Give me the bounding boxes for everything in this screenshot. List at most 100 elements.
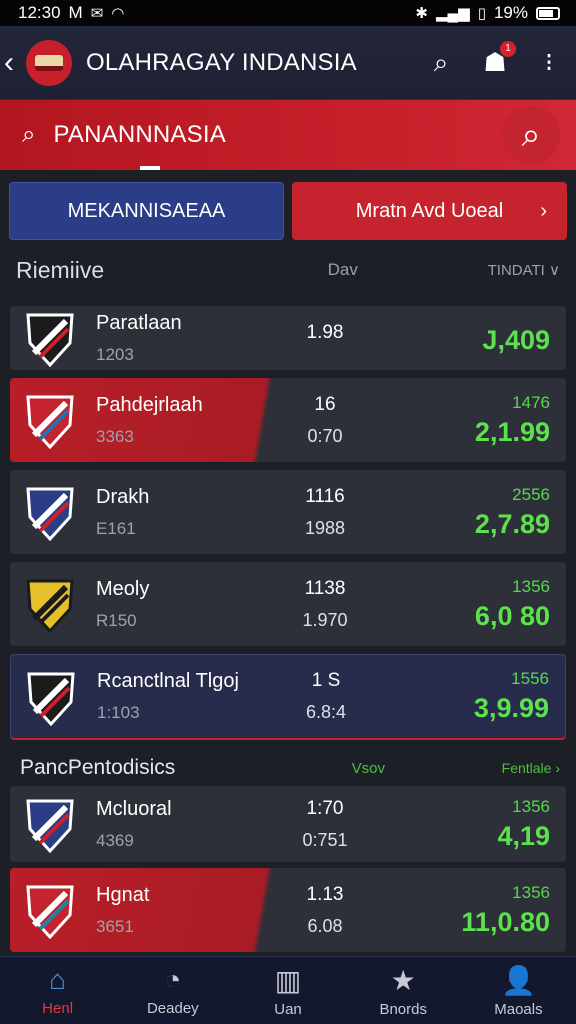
team-stats: 16 0:70 [280,394,370,447]
team-crest-icon [24,881,76,940]
nav-label: Henl [42,1000,74,1017]
team-crest-icon [24,391,76,450]
notification-button[interactable]: ☗ 1 [480,41,516,78]
search-field-icon: ⌕ [22,121,36,148]
team-info: Pahdejrlaah 3363 [96,394,280,447]
team-crest-icon [24,483,76,542]
team-score: J,409 [370,321,566,356]
team-stats: 1.13 6.08 [280,884,370,937]
team-info: Drakh E161 [96,486,280,539]
team-code: 1:103 [97,703,140,722]
team-crest-icon [24,309,76,368]
team-stats: 1138 1.970 [280,578,370,631]
team-code: 1203 [96,344,134,364]
stat-primary: 1.98 [306,322,344,343]
team-score: 1356 11,0.80 [370,883,566,938]
team-stats: 1116 1988 [280,486,370,539]
chevron-right-icon: › [540,199,547,222]
header-actions: ⌕ ☗ 1 ⁝ [426,41,564,79]
team-score: 1356 6,0 80 [370,577,566,632]
star-icon: ★ [390,964,416,996]
team-name: Rcanctlnal Tlgoj [97,670,239,692]
team-crest-icon [25,668,77,726]
bottom-nav: ⌂ Henl ◔ Deadey ▥ Uan ★ Bnords 👤 Maoals [0,956,576,1024]
battery-icon [536,6,560,20]
team-row[interactable]: Rcanctlnal Tlgoj 1:103 1 S 6.8:4 1556 3,9.99 [10,654,566,740]
signal-icon: ▂▄▆ [436,5,470,22]
user-icon: 👤 [500,964,536,996]
nav-item[interactable]: ★ Bnords [346,957,461,1024]
section-column-middle: Vsov [351,759,385,777]
score-value: J,409 [482,324,550,355]
score-value: 2,1.99 [474,416,550,447]
team-row[interactable]: Mcluoral 4369 1:70 0:751 1356 4,19 [10,786,566,862]
team-code: R150 [96,610,137,630]
wifi-icon: ◠ [111,5,125,22]
nav-item[interactable]: ▥ Uan [230,957,345,1024]
score-value: 3,9.99 [473,693,549,723]
score-value: 2,7.89 [474,508,550,539]
status-bar: 12:30 M ✉ ◠ ✱ ▂▄▆ ▯ 19% [0,0,576,26]
team-score: 2556 2,7.89 [370,485,566,540]
section-title: PancPentodisics [20,756,176,779]
search-icon[interactable]: ⌕ [426,47,456,79]
stat-secondary: 0:70 [307,425,343,446]
bluetooth-icon: ✱ [415,5,428,22]
team-row[interactable]: Drakh E161 1116 1988 2556 2,7.89 [10,470,566,554]
team-code: 3363 [96,426,134,446]
app-header: ‹ OLAHRAGAY INDANSIA ⌕ ☗ 1 ⁝ [0,26,576,100]
stat-primary: 1116 [305,485,345,507]
search-bar[interactable]: ⌕ PANANNNASIA ⌕ [0,100,576,170]
chart-icon: ▥ [274,964,302,996]
team-score: 1476 2,1.99 [370,393,566,448]
app-logo [26,39,72,86]
stat-secondary: 1988 [304,517,346,538]
list-column-middle: Dav [327,260,358,279]
status-time: 12:30 [18,3,61,22]
team-score: 1556 3,9.99 [371,669,565,724]
list-sort-dropdown[interactable]: TINDATI ∨ [488,261,560,279]
team-info: Meoly R150 [96,578,280,631]
score-value: 6,0 80 [474,600,550,631]
app-screen: 12:30 M ✉ ◠ ✱ ▂▄▆ ▯ 19% ‹ OLAHRAGAY INDA… [0,0,576,1024]
status-indicator: M [68,3,83,22]
team-name: Pahdejrlaah [96,393,203,416]
team-row[interactable]: Meoly R150 1138 1.970 1356 6,0 80 [10,562,566,646]
team-name: Mcluoral [96,797,172,820]
team-row[interactable]: Hgnat 3651 1.13 6.08 1356 11,0.80 [10,868,566,952]
stat-primary: 1.13 [306,883,344,905]
secondary-action-button[interactable]: Mratn Avd Uoeal › [292,182,567,240]
list-header: Riemiive Dav TINDATI ∨ [0,244,576,296]
nav-item[interactable]: ◔ Deadey [115,957,230,1024]
primary-action-button[interactable]: MEKANNISAEAA [9,182,284,240]
stat-primary: 1 S [311,670,341,691]
team-row[interactable]: Paratlaan 1203 1.98 J,409 [10,306,566,370]
search-input[interactable]: PANANNNASIA [53,121,502,149]
team-info: Paratlaan 1203 [96,312,280,365]
team-code: 4369 [96,830,134,850]
status-left: 12:30 M ✉ ◠ [18,3,124,23]
score-small: 1356 [512,796,550,816]
section-filter-link[interactable]: Fentlale › [502,760,560,776]
team-row[interactable]: Pahdejrlaah 3363 16 0:70 1476 2,1.99 [10,378,566,462]
team-code: 3651 [96,916,134,936]
action-buttons: MEKANNISAEAA Mratn Avd Uoeal › [0,170,576,244]
battery-percent: 19% [493,3,528,22]
nav-label: Uan [274,1000,302,1018]
nav-item[interactable]: 👤 Maoals [461,957,576,1024]
nav-label: Maoals [494,1000,543,1018]
score-small: 2556 [512,484,550,504]
search-submit-button[interactable]: ⌕ [502,106,560,164]
nav-item[interactable]: ⌂ Henl [0,957,115,1024]
team-name: Hgnat [96,883,150,906]
back-button[interactable]: ‹ [4,47,22,78]
team-stats: 1:70 0:751 [280,798,370,851]
ball-icon: ◔ [164,964,182,995]
more-menu-icon[interactable]: ⁝ [534,47,564,78]
team-code: E161 [96,518,136,538]
logo-emblem [35,54,63,71]
home-icon: ⌂ [49,964,67,995]
search-cursor [140,166,160,170]
score-small: 1356 [512,576,550,596]
team-info: Rcanctlnal Tlgoj 1:103 [97,670,281,723]
